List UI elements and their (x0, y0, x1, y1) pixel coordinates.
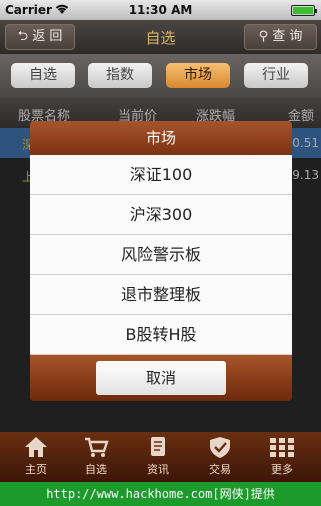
market-options-list: 深证100 沪深300 风险警示板 退市整理板 B股转H股 (30, 155, 292, 355)
option-szse-100[interactable]: 深证100 (30, 155, 292, 195)
grid-icon (252, 435, 312, 459)
tab-watchlist-bottom[interactable]: 自选 (66, 435, 126, 477)
search-icon: ⚲ (258, 29, 269, 44)
tab-industry[interactable]: 行业 (244, 63, 308, 88)
option-b-to-h-shares[interactable]: B股转H股 (30, 315, 292, 355)
tab-trade[interactable]: 交易 (190, 435, 250, 477)
bottom-tab-bar: 主页 自选 资讯 交易 更多 (0, 432, 321, 482)
dialog-footer: 取消 (30, 355, 292, 401)
back-button[interactable]: ⮌ 返 回 (5, 24, 75, 50)
market-dialog: 市场 深证100 沪深300 风险警示板 退市整理板 B股转H股 取消 (30, 121, 292, 401)
home-icon (6, 435, 66, 459)
tab-more[interactable]: 更多 (252, 435, 312, 477)
status-bar: Carrier 11:30 AM (0, 0, 321, 20)
back-arrow-icon: ⮌ (17, 29, 29, 44)
tab-news-label: 资讯 (147, 463, 169, 476)
clock: 11:30 AM (128, 3, 193, 17)
watermark-banner: http://www.hackhome.com[网侠]提供 (0, 482, 321, 506)
tab-watchlist[interactable]: 自选 (11, 63, 75, 88)
cancel-button[interactable]: 取消 (96, 361, 226, 395)
tab-trade-label: 交易 (209, 463, 231, 476)
tab-market[interactable]: 市场 (166, 63, 230, 88)
page-title: 自选 (145, 29, 176, 47)
tab-home[interactable]: 主页 (6, 435, 66, 477)
tab-home-label: 主页 (25, 463, 47, 476)
option-delisting-board[interactable]: 退市整理板 (30, 275, 292, 315)
option-risk-warning-board[interactable]: 风险警示板 (30, 235, 292, 275)
tab-more-label: 更多 (271, 463, 293, 476)
cart-icon (66, 435, 126, 459)
tab-news[interactable]: 资讯 (128, 435, 188, 477)
back-button-label: 返 回 (32, 29, 63, 44)
shield-icon (190, 435, 250, 459)
search-button[interactable]: ⚲ 查 询 (244, 24, 317, 50)
tab-watchlist-label: 自选 (85, 463, 107, 476)
search-button-label: 查 询 (272, 29, 303, 44)
tab-index[interactable]: 指数 (88, 63, 152, 88)
option-csi-300[interactable]: 沪深300 (30, 195, 292, 235)
battery-icon (291, 5, 317, 16)
nav-bar: ⮌ 返 回 自选 ⚲ 查 询 (0, 20, 321, 54)
scroll-icon (128, 435, 188, 459)
dialog-title: 市场 (30, 121, 292, 155)
segment-bar: 自选 指数 市场 行业 (0, 54, 321, 98)
